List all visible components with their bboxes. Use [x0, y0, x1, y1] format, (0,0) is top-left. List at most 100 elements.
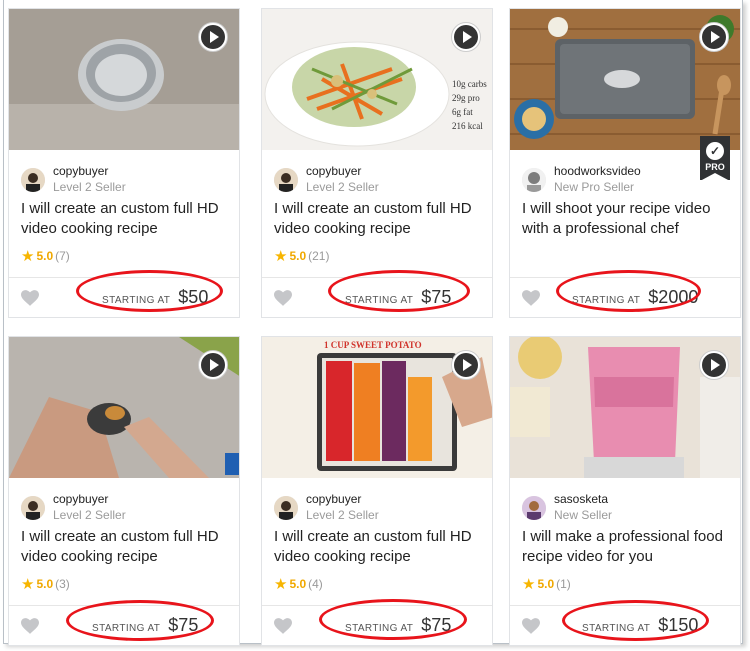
rating: ★ 5.0 (4): [274, 575, 323, 593]
gig-card[interactable]: sasosketa New Seller I will make a profe…: [509, 336, 741, 646]
play-video-icon[interactable]: [451, 22, 481, 52]
gig-card[interactable]: 10g carbs 29g pro 6g fat 216 kcal copybu…: [261, 8, 493, 318]
price[interactable]: STARTING AT $150: [582, 615, 698, 636]
avatar[interactable]: [522, 168, 546, 192]
seller-name[interactable]: copybuyer: [53, 164, 108, 178]
seller-name[interactable]: copybuyer: [306, 164, 361, 178]
play-video-icon[interactable]: [198, 350, 228, 380]
card-footer: STARTING AT $75: [262, 605, 492, 645]
rating: ★ 5.0 (3): [21, 575, 70, 593]
gig-grid: copybuyer Level 2 Seller I will create a…: [3, 0, 743, 646]
price-label: STARTING AT: [92, 623, 161, 634]
star-icon: ★: [21, 576, 35, 593]
svg-text:1 CUP SWEET POTATO: 1 CUP SWEET POTATO: [324, 340, 422, 350]
price-value: $75: [421, 287, 452, 307]
seller-name[interactable]: sasosketa: [554, 492, 608, 506]
seller-level: New Seller: [554, 508, 613, 522]
price-label: STARTING AT: [345, 295, 414, 306]
rating-score: 5.0: [537, 577, 555, 591]
gig-thumbnail[interactable]: [9, 337, 239, 478]
price-label: STARTING AT: [345, 623, 414, 634]
gig-title[interactable]: I will create an custom full HD video co…: [21, 199, 236, 239]
seller-level: Level 2 Seller: [53, 508, 126, 522]
svg-text:10g carbs: 10g carbs: [452, 79, 487, 89]
seller-level: Level 2 Seller: [306, 180, 379, 194]
heart-icon[interactable]: [522, 618, 540, 634]
gig-thumbnail[interactable]: [9, 9, 239, 150]
seller-level: Level 2 Seller: [306, 508, 379, 522]
gig-card[interactable]: 1 CUP SWEET POTATO copybuyer Level 2 Sel…: [261, 336, 493, 646]
star-icon: ★: [274, 248, 288, 265]
star-icon: ★: [21, 248, 35, 265]
rating-score: 5.0: [36, 249, 54, 263]
price-value: $2000: [648, 287, 699, 307]
pro-badge: ✓ PRO: [700, 136, 730, 181]
price[interactable]: STARTING AT $2000: [572, 287, 698, 308]
svg-text:6g fat: 6g fat: [452, 107, 473, 117]
rating: ★ 5.0 (7): [21, 247, 70, 265]
rating-score: 5.0: [36, 577, 54, 591]
rating: ★ 5.0 (1): [522, 575, 571, 593]
gig-thumbnail[interactable]: 10g carbs 29g pro 6g fat 216 kcal: [262, 9, 492, 150]
avatar[interactable]: [274, 496, 298, 520]
gig-thumbnail[interactable]: [510, 9, 740, 150]
seller-name[interactable]: copybuyer: [306, 492, 361, 506]
play-video-icon[interactable]: [451, 350, 481, 380]
seller-level: Level 2 Seller: [53, 180, 126, 194]
price[interactable]: STARTING AT $75: [92, 615, 198, 636]
avatar[interactable]: [21, 496, 45, 520]
gig-title[interactable]: I will make a professional food recipe v…: [522, 527, 737, 567]
heart-icon[interactable]: [21, 618, 39, 634]
price[interactable]: STARTING AT $75: [345, 287, 451, 308]
price-value: $50: [178, 287, 209, 307]
gig-card[interactable]: copybuyer Level 2 Seller I will create a…: [8, 8, 240, 318]
gig-title[interactable]: I will create an custom full HD video co…: [21, 527, 236, 567]
gig-card[interactable]: copybuyer Level 2 Seller I will create a…: [8, 336, 240, 646]
seller-name[interactable]: copybuyer: [53, 492, 108, 506]
heart-icon[interactable]: [274, 618, 292, 634]
rating-count: (3): [55, 577, 70, 591]
play-video-icon[interactable]: [699, 350, 729, 380]
play-video-icon[interactable]: [699, 22, 729, 52]
rating-count: (4): [308, 577, 323, 591]
card-footer: STARTING AT $150: [510, 605, 740, 645]
price[interactable]: STARTING AT $50: [102, 287, 208, 308]
heart-icon[interactable]: [522, 290, 540, 306]
star-icon: ★: [522, 576, 536, 593]
seller-level: New Pro Seller: [554, 180, 635, 194]
price[interactable]: STARTING AT $75: [345, 615, 451, 636]
gig-title[interactable]: I will shoot your recipe video with a pr…: [522, 199, 737, 239]
svg-text:216 kcal: 216 kcal: [452, 121, 483, 131]
avatar[interactable]: [522, 496, 546, 520]
card-footer: STARTING AT $50: [9, 277, 239, 317]
card-footer: STARTING AT $75: [9, 605, 239, 645]
card-footer: STARTING AT $2000: [510, 277, 740, 317]
gig-thumbnail[interactable]: 1 CUP SWEET POTATO: [262, 337, 492, 478]
avatar[interactable]: [274, 168, 298, 192]
rating-count: (1): [556, 577, 571, 591]
svg-text:29g pro: 29g pro: [452, 93, 480, 103]
price-label: STARTING AT: [582, 623, 651, 634]
rating-count: (21): [308, 249, 330, 263]
price-value: $75: [421, 615, 452, 635]
gig-thumbnail[interactable]: [510, 337, 740, 478]
rating: ★ 5.0 (21): [274, 247, 329, 265]
check-icon: ✓: [706, 142, 724, 160]
gig-title[interactable]: I will create an custom full HD video co…: [274, 199, 489, 239]
avatar[interactable]: [21, 168, 45, 192]
gig-card[interactable]: ✓ PRO hoodworksvideo New Pro Seller I wi…: [509, 8, 741, 318]
rating-count: (7): [55, 249, 70, 263]
card-footer: STARTING AT $75: [262, 277, 492, 317]
rating-score: 5.0: [289, 577, 307, 591]
seller-name[interactable]: hoodworksvideo: [554, 164, 641, 178]
heart-icon[interactable]: [21, 290, 39, 306]
star-icon: ★: [274, 576, 288, 593]
price-value: $150: [658, 615, 699, 635]
gig-title[interactable]: I will create an custom full HD video co…: [274, 527, 489, 567]
price-value: $75: [168, 615, 199, 635]
heart-icon[interactable]: [274, 290, 292, 306]
pro-badge-label: PRO: [705, 162, 725, 172]
price-label: STARTING AT: [102, 295, 171, 306]
rating-score: 5.0: [289, 249, 307, 263]
play-video-icon[interactable]: [198, 22, 228, 52]
